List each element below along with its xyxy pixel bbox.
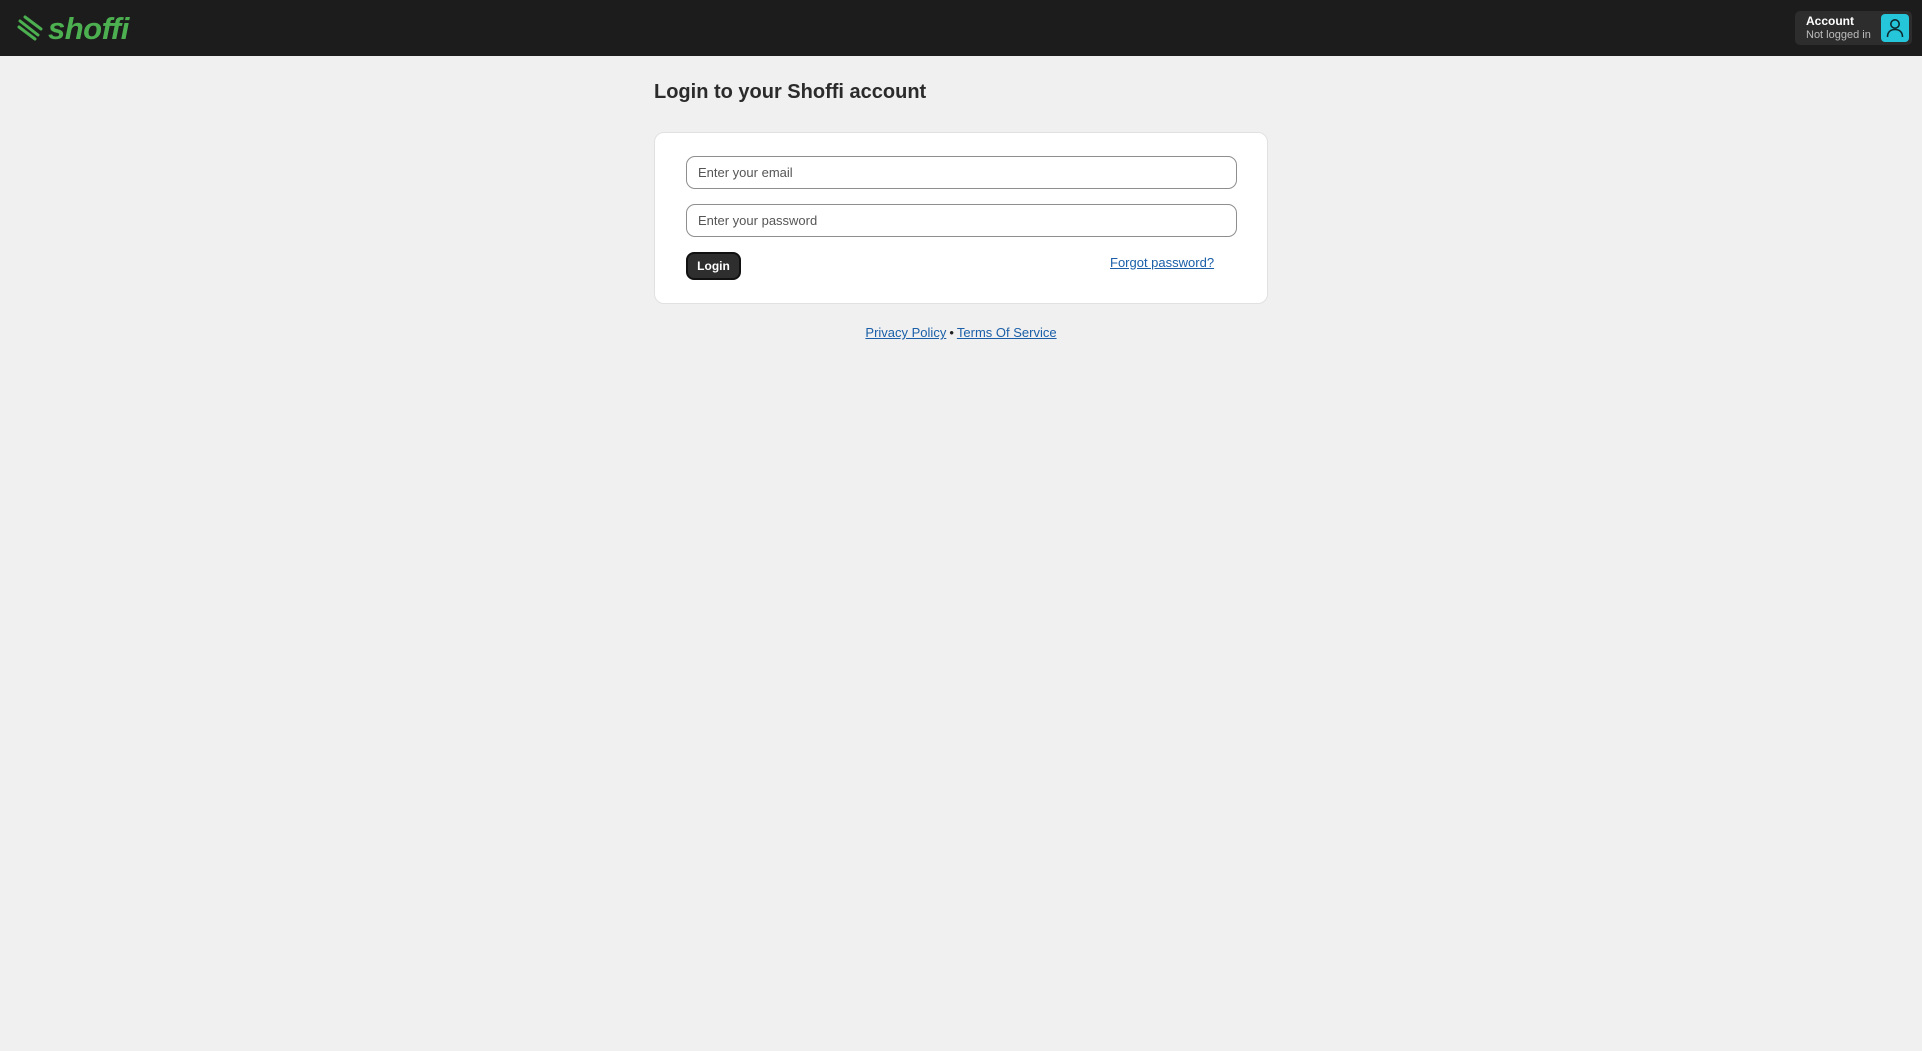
user-silhouette-icon <box>1886 19 1904 38</box>
terms-of-service-link[interactable]: Terms Of Service <box>957 325 1057 340</box>
top-navigation-bar: shoffi Account Not logged in <box>0 0 1922 56</box>
shoffi-logo[interactable]: shoffi <box>16 10 129 46</box>
login-form-card: Login Forgot password? <box>654 132 1268 304</box>
user-icon[interactable] <box>1881 14 1909 42</box>
account-status: Not logged in <box>1806 28 1871 41</box>
forgot-password-link[interactable]: Forgot password? <box>1110 255 1214 270</box>
account-menu[interactable]: Account Not logged in <box>1795 11 1912 45</box>
privacy-policy-link[interactable]: Privacy Policy <box>865 325 946 340</box>
page-title: Login to your Shoffi account <box>654 81 927 103</box>
footer-separator: • <box>949 325 954 340</box>
password-input[interactable] <box>686 204 1237 237</box>
footer-links: Privacy Policy • Terms Of Service <box>654 325 1268 340</box>
login-button[interactable]: Login <box>686 252 741 280</box>
email-input[interactable] <box>686 156 1237 189</box>
shoffi-logo-icon <box>17 15 43 41</box>
account-title: Account <box>1806 14 1854 29</box>
account-text: Account Not logged in <box>1795 14 1881 41</box>
logo-text: shoffi <box>48 10 129 46</box>
